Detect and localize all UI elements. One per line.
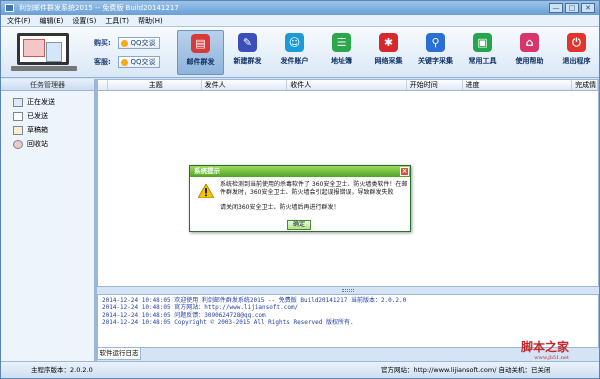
toolbar-button-1[interactable]: ✎ 新建群发 [224, 30, 271, 75]
toolbar-button-label: 常用工具 [468, 57, 497, 65]
toolbox-icon: ▣ [473, 33, 492, 52]
toolbar-button-label: 退出程序 [562, 57, 591, 65]
menu-bar: 文件(F) 编辑(E) 设置(S) 工具(T) 帮助(H) [1, 15, 599, 27]
toolbar-button-label: 地址簿 [331, 57, 352, 65]
qq-icon [121, 59, 129, 66]
grid-col-progress[interactable]: 进度 [463, 80, 573, 90]
spider-icon: ✱ [379, 33, 398, 52]
grid-col-status[interactable]: 完成情 [572, 80, 598, 90]
menu-file[interactable]: 文件(F) [7, 15, 31, 26]
toolbar-button-4[interactable]: ✱ 网络采集 [365, 30, 412, 75]
app-icon [5, 4, 14, 12]
sidebar-item-sent[interactable]: 已发送 [1, 109, 94, 123]
sending-icon [13, 97, 23, 107]
service-row: 客服: QQ交谈 [94, 56, 161, 68]
toolbar-button-0[interactable]: ▤ 邮件群发 [177, 30, 224, 75]
toolbar-button-2[interactable]: ☺ 发件账户 [271, 30, 318, 75]
system-alert-dialog: 系统提示 × 系统检测到当前使用的杀毒软件了 360安全卫士、防火墙类软件！在邮… [189, 165, 411, 232]
menu-help[interactable]: 帮助(H) [138, 15, 163, 26]
edit-icon: ✎ [238, 33, 257, 52]
task-manager-header: 任务管理器 [1, 79, 94, 91]
site-status: 官方网站：http://www.lijiansoft.com/ 自动关机：已关闭 [381, 366, 551, 374]
home-icon: ⌂ [520, 33, 539, 52]
toolbar: 购买: QQ交谈 客服: QQ交谈 ▤ 邮件群发 ✎ 新建群发 ☺ 发件账户 ☰ 地址簿 ✱ 网络… [1, 27, 599, 78]
grip-icon [342, 289, 354, 292]
menu-settings[interactable]: 设置(S) [72, 15, 96, 26]
title-bar[interactable]: 利剑邮件群发系统2015 -- 免费版 Build20141217 — □ ✕ [1, 1, 599, 15]
menu-edit[interactable]: 编辑(E) [40, 15, 64, 26]
toolbar-button-label: 发件账户 [280, 57, 309, 65]
sent-icon [13, 111, 23, 121]
sidebar-item-sending[interactable]: 正在发送 [1, 95, 94, 109]
window-title: 利剑邮件群发系统2015 -- 免费版 Build20141217 [19, 4, 179, 12]
sidebar-item-label: 正在发送 [27, 98, 55, 106]
tab-run-log[interactable]: 软件运行日志 [97, 348, 141, 360]
maximize-button[interactable]: □ [565, 3, 579, 13]
close-button[interactable]: ✕ [581, 3, 595, 13]
drafts-icon [13, 125, 23, 135]
minimize-button[interactable]: — [549, 3, 563, 13]
grid-col-select[interactable] [98, 80, 108, 90]
dialog-message: 系统检测到当前使用的杀毒软件了 360安全卫士、防火墙类软件！在邮件群发时，36… [220, 181, 408, 196]
dialog-message-secondary: 请关闭360安全卫士、防火墙后再进行群发！ [220, 204, 340, 211]
power-icon: ⏻ [567, 33, 586, 52]
buy-row: 购买: QQ交谈 [94, 37, 161, 49]
product-logo [11, 31, 77, 73]
watermark: 脚本之家 www.jb51.net [521, 340, 570, 361]
dialog-close-button[interactable]: × [400, 167, 409, 176]
mail-list-icon: ▤ [191, 34, 210, 53]
warning-icon [198, 184, 214, 198]
toolbar-button-label: 使用帮助 [515, 57, 544, 65]
toolbar-button-6[interactable]: ▣ 常用工具 [459, 30, 506, 75]
sidebar-item-label: 草稿箱 [27, 126, 48, 134]
log-line: 2014-12-24 10:48:05 官方网站：http://www.liji… [102, 304, 299, 312]
sidebar-item-label: 回收站 [27, 140, 48, 148]
toolbar-button-label: 网络采集 [374, 57, 403, 65]
sidebar-item-label: 已发送 [27, 112, 48, 120]
search-icon: ⚲ [426, 33, 445, 52]
toolbar-button-8[interactable]: ⏻ 退出程序 [553, 30, 600, 75]
toolbar-button-label: 关键字采集 [418, 57, 453, 65]
toolbar-button-label: 邮件群发 [186, 58, 215, 66]
buy-qq-button[interactable]: QQ交谈 [118, 37, 161, 49]
grid-col-sender[interactable]: 发件人 [202, 80, 288, 90]
grid-col-start-time[interactable]: 开始时间 [407, 80, 463, 90]
log-line: 2014-12-24 10:48:05 Copyright © 2003-201… [102, 319, 354, 327]
task-manager-panel: 任务管理器 正在发送 已发送 草稿箱 回收站 [1, 79, 95, 361]
toolbar-button-label: 新建群发 [233, 57, 262, 65]
grid-header: 主题 发件人 收件人 开始时间 进度 完成情 [98, 80, 598, 91]
service-label: 客服: [94, 58, 111, 66]
ok-button[interactable]: 确定 [287, 220, 311, 230]
user-icon: ☺ [285, 33, 304, 52]
toolbar-button-5[interactable]: ⚲ 关键字采集 [412, 30, 459, 75]
version-status: 主程序版本：2.0.2.0 [31, 366, 93, 374]
address-book-icon: ☰ [332, 33, 351, 52]
main-window: 利剑邮件群发系统2015 -- 免费版 Build20141217 — □ ✕ … [0, 0, 600, 379]
toolbar-button-7[interactable]: ⌂ 使用帮助 [506, 30, 553, 75]
grid-col-subject[interactable]: 主题 [108, 80, 202, 90]
toolbar-button-3[interactable]: ☰ 地址簿 [318, 30, 365, 75]
trash-icon [13, 139, 23, 149]
menu-tools[interactable]: 工具(T) [105, 15, 129, 26]
qq-icon [121, 40, 129, 47]
status-bar: 主程序版本：2.0.2.0 官方网站：http://www.lijiansoft… [1, 361, 599, 378]
dialog-title: 系统提示 × [190, 166, 410, 177]
toolbar-buttons: ▤ 邮件群发 ✎ 新建群发 ☺ 发件账户 ☰ 地址簿 ✱ 网络采集 ⚲ 关键字采集 ▣ 常用工具 ⌂ 使用帮助… [177, 30, 600, 75]
sidebar-item-drafts[interactable]: 草稿箱 [1, 123, 94, 137]
grid-col-recipient[interactable]: 收件人 [287, 80, 407, 90]
buy-label: 购买: [94, 39, 111, 47]
service-qq-button[interactable]: QQ交谈 [118, 56, 161, 68]
sidebar-item-trash[interactable]: 回收站 [1, 137, 94, 151]
